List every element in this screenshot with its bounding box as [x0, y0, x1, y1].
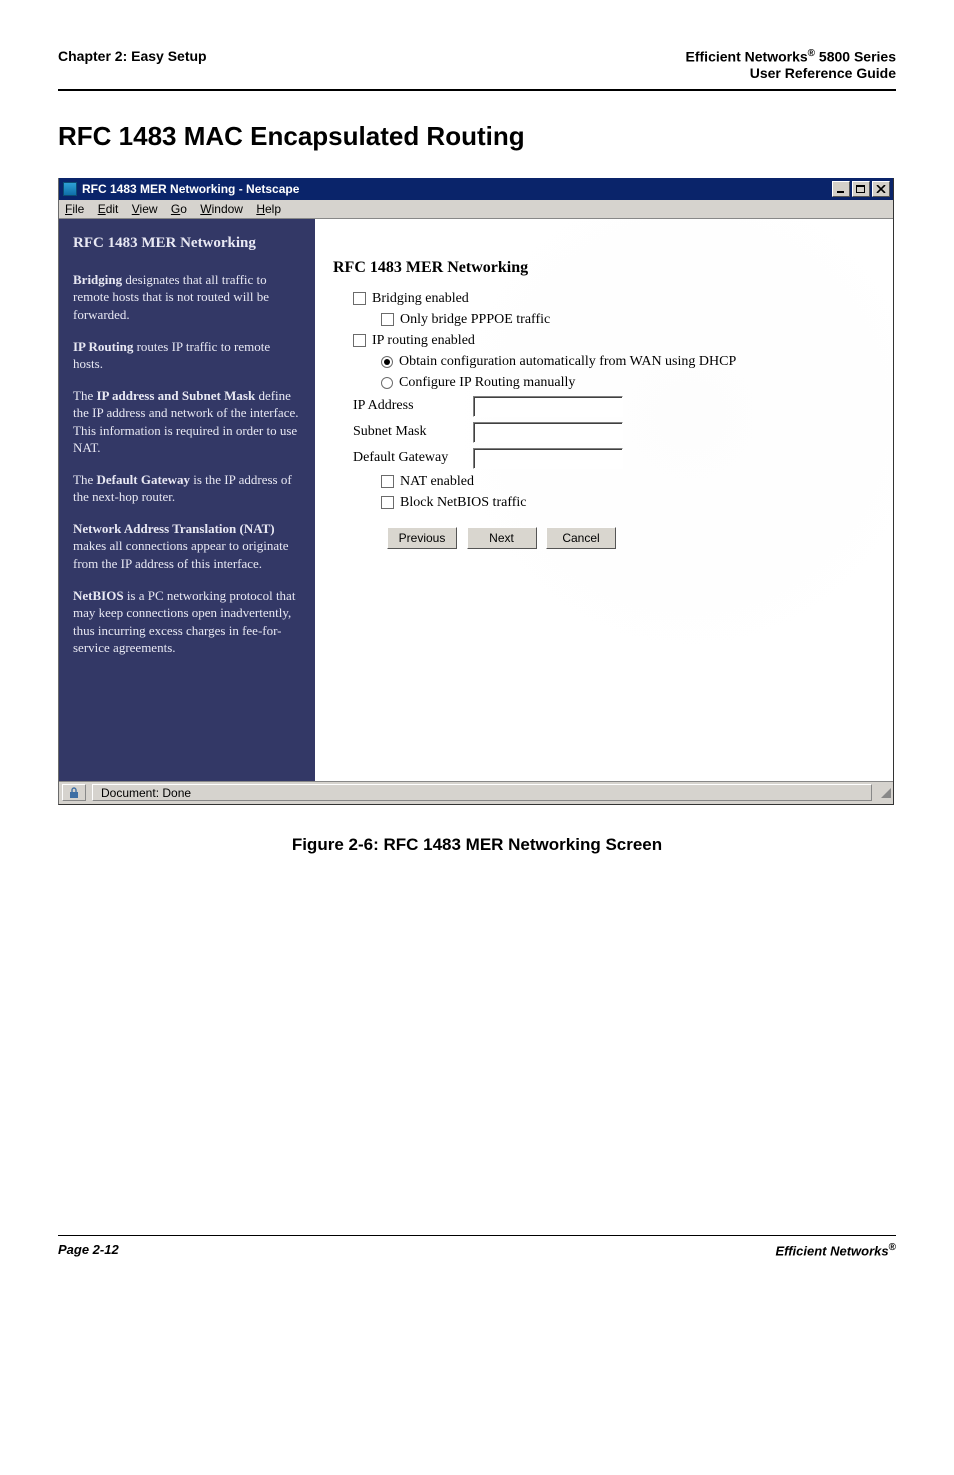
- window-title: RFC 1483 MER Networking - Netscape: [82, 182, 832, 196]
- sidebar-para-bridging: Bridging designates that all traffic to …: [73, 271, 303, 324]
- checkbox-ip-routing[interactable]: IP routing enabled: [353, 333, 883, 349]
- reg-mark: ®: [808, 48, 815, 59]
- cancel-button[interactable]: Cancel: [546, 527, 616, 549]
- label-netbios: Block NetBIOS traffic: [400, 495, 527, 511]
- netscape-window: RFC 1483 MER Networking - Netscape File …: [58, 178, 894, 805]
- label-obtain: Obtain configuration automatically from …: [399, 354, 736, 370]
- sidebar-para-ipaddr: The IP address and Subnet Mask define th…: [73, 387, 303, 457]
- header-rule: [58, 89, 896, 91]
- next-button[interactable]: Next: [467, 527, 537, 549]
- page-number: Page 2-12: [58, 1242, 119, 1257]
- footer-brand: Efficient Networks®: [775, 1242, 896, 1258]
- chapter-left: Chapter 2: Easy Setup: [58, 48, 207, 81]
- form-heading: RFC 1483 MER Networking: [333, 259, 883, 277]
- radio-icon[interactable]: [381, 356, 393, 368]
- previous-button[interactable]: Previous: [387, 527, 457, 549]
- label-manual: Configure IP Routing manually: [399, 375, 575, 391]
- reg-mark: ®: [889, 1242, 896, 1253]
- label-nat: NAT enabled: [400, 474, 474, 490]
- checkbox-nat-enabled[interactable]: NAT enabled: [381, 474, 883, 490]
- sidebar-para-iprouting: IP Routing routes IP traffic to remote h…: [73, 338, 303, 373]
- radio-obtain-dhcp[interactable]: Obtain configuration automatically from …: [381, 354, 883, 370]
- term-gateway: Default Gateway: [96, 472, 190, 487]
- label-iprouting: IP routing enabled: [372, 333, 475, 349]
- brand-name: Efficient Networks: [686, 49, 808, 65]
- window-titlebar[interactable]: RFC 1483 MER Networking - Netscape: [59, 178, 893, 200]
- window-content: RFC 1483 MER Networking Bridging designa…: [59, 219, 893, 781]
- checkbox-icon[interactable]: [381, 313, 394, 326]
- checkbox-only-bridge-pppoe[interactable]: Only bridge PPPOE traffic: [381, 312, 883, 328]
- maximize-button[interactable]: [852, 181, 870, 197]
- sidebar-title: RFC 1483 MER Networking: [73, 233, 303, 253]
- sidebar-para-gateway: The Default Gateway is the IP address of…: [73, 471, 303, 506]
- sidebar-para-nat: Network Address Translation (NAT) makes …: [73, 520, 303, 573]
- label-bridging: Bridging enabled: [372, 291, 469, 307]
- input-default-gateway[interactable]: [473, 448, 623, 469]
- window-buttons: [832, 181, 890, 197]
- label-gateway: Default Gateway: [353, 450, 473, 466]
- menu-view[interactable]: View: [132, 202, 158, 216]
- label-ip: IP Address: [353, 398, 473, 414]
- menu-edit[interactable]: Edit: [98, 202, 119, 216]
- checkbox-icon[interactable]: [353, 334, 366, 347]
- menu-go[interactable]: Go: [171, 202, 187, 216]
- chapter-header: Chapter 2: Easy Setup Efficient Networks…: [58, 48, 896, 81]
- checkbox-block-netbios[interactable]: Block NetBIOS traffic: [381, 495, 883, 511]
- status-message: Document: Done: [101, 786, 191, 800]
- field-default-gateway: Default Gateway: [353, 448, 883, 469]
- menu-window[interactable]: Window: [200, 202, 243, 216]
- radio-icon[interactable]: [381, 377, 393, 389]
- menubar: File Edit View Go Window Help: [59, 200, 893, 219]
- checkbox-bridging[interactable]: Bridging enabled: [353, 291, 883, 307]
- menu-file[interactable]: File: [65, 202, 84, 216]
- label-only-bridge: Only bridge PPPOE traffic: [400, 312, 550, 328]
- minimize-button[interactable]: [832, 181, 850, 197]
- wizard-buttons: Previous Next Cancel: [387, 527, 883, 549]
- term-iprouting: IP Routing: [73, 339, 133, 354]
- checkbox-icon[interactable]: [353, 292, 366, 305]
- term-netbios: NetBIOS: [73, 588, 124, 603]
- main-panel: RFC 1483 MER Networking Bridging enabled…: [315, 219, 893, 781]
- label-subnet: Subnet Mask: [353, 424, 473, 440]
- help-sidebar: RFC 1483 MER Networking Bridging designa…: [59, 219, 315, 781]
- status-security-icon[interactable]: [62, 784, 86, 801]
- footer-brand-text: Efficient Networks: [775, 1243, 888, 1258]
- series: 5800 Series: [815, 49, 896, 65]
- input-subnet-mask[interactable]: [473, 422, 623, 443]
- form-area: Bridging enabled Only bridge PPPOE traff…: [353, 291, 883, 549]
- field-ip-address: IP Address: [353, 396, 883, 417]
- checkbox-icon[interactable]: [381, 475, 394, 488]
- grip-icon: [881, 788, 891, 798]
- radio-configure-manually[interactable]: Configure IP Routing manually: [381, 375, 883, 391]
- sidebar-para-netbios: NetBIOS is a PC networking protocol that…: [73, 587, 303, 657]
- close-button[interactable]: [872, 181, 890, 197]
- section-heading: RFC 1483 MAC Encapsulated Routing: [58, 121, 896, 152]
- app-icon: [63, 182, 77, 196]
- figure-caption: Figure 2-6: RFC 1483 MER Networking Scre…: [58, 835, 896, 855]
- statusbar: Document: Done: [59, 781, 893, 804]
- resize-grip[interactable]: [875, 786, 893, 799]
- checkbox-icon[interactable]: [381, 496, 394, 509]
- page-footer: Page 2-12 Efficient Networks®: [58, 1235, 896, 1258]
- term-bridging: Bridging: [73, 272, 122, 287]
- term-nat: Network Address Translation (NAT): [73, 521, 275, 536]
- desc-nat: makes all connections appear to originat…: [73, 538, 289, 571]
- input-ip-address[interactable]: [473, 396, 623, 417]
- menu-help[interactable]: Help: [256, 202, 281, 216]
- product-line: Efficient Networks® 5800 Series: [686, 48, 896, 65]
- guide-title: User Reference Guide: [686, 65, 896, 81]
- field-subnet-mask: Subnet Mask: [353, 422, 883, 443]
- status-text: Document: Done: [92, 784, 872, 801]
- term-ipsubnet: IP address and Subnet Mask: [96, 388, 255, 403]
- chapter-right: Efficient Networks® 5800 Series User Ref…: [686, 48, 896, 81]
